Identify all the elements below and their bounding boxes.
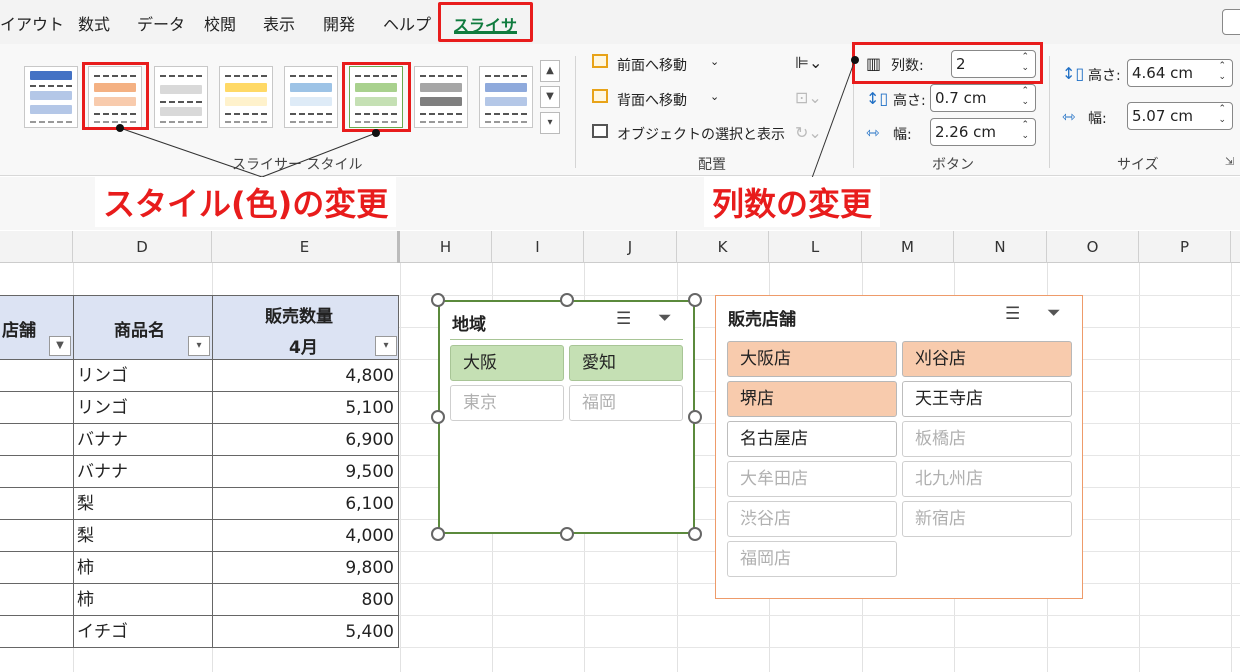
filter-dropdown-icon[interactable]: ▾ xyxy=(375,336,397,356)
slicer-store-title: 販売店舗 xyxy=(728,310,796,330)
column-header-j[interactable]: J xyxy=(584,231,677,263)
column-header-i[interactable]: I xyxy=(492,231,584,263)
table-header-product: 商品名 ▾ xyxy=(73,295,213,360)
slicer-item[interactable]: 刈谷店 xyxy=(902,341,1072,377)
column-header-m[interactable]: M xyxy=(862,231,954,263)
column-header-k[interactable]: K xyxy=(677,231,769,263)
resize-handle[interactable] xyxy=(431,527,445,541)
filter-active-icon[interactable]: ▼ xyxy=(49,336,71,356)
slicer-store[interactable]: 販売店舗 ☰ ⏷ 大阪店 刈谷店 堺店 天王寺店 名古屋店 板橋店 大牟田店 北… xyxy=(715,295,1083,599)
slicer-item[interactable]: 福岡 xyxy=(569,385,683,421)
resize-handle[interactable] xyxy=(431,410,445,424)
slicer-item[interactable]: 板橋店 xyxy=(902,421,1072,457)
slicer-item[interactable]: 天王寺店 xyxy=(902,381,1072,417)
column-header-n[interactable]: N xyxy=(954,231,1047,263)
slicer-item[interactable]: 大牟田店 xyxy=(727,461,897,497)
slicer-item[interactable]: 東京 xyxy=(450,385,564,421)
slicer-item[interactable]: 堺店 xyxy=(727,381,897,417)
slicer-item[interactable]: 大阪店 xyxy=(727,341,897,377)
slicer-item[interactable]: 大阪 xyxy=(450,345,564,381)
annotation-style-change: スタイル(色)の変更 xyxy=(95,177,397,227)
slicer-item[interactable]: 北九州店 xyxy=(902,461,1072,497)
resize-handle[interactable] xyxy=(560,293,574,307)
resize-handle[interactable] xyxy=(560,527,574,541)
resize-handle[interactable] xyxy=(688,410,702,424)
clear-filter-icon[interactable]: ⏷ xyxy=(658,308,672,328)
column-header-c[interactable] xyxy=(0,231,73,263)
slicer-region-title: 地域 xyxy=(452,315,486,335)
multi-select-icon[interactable]: ☰ xyxy=(1005,304,1020,324)
slicer-item[interactable]: 愛知 xyxy=(569,345,683,381)
column-header-e[interactable]: E xyxy=(212,231,400,263)
filter-dropdown-icon[interactable]: ▾ xyxy=(188,336,210,356)
multi-select-icon[interactable]: ☰ xyxy=(616,309,631,329)
column-header-l[interactable]: L xyxy=(769,231,862,263)
slicer-item[interactable]: 渋谷店 xyxy=(727,501,897,537)
table-header-qty: 販売数量 4月 ▾ xyxy=(212,295,399,360)
slicer-item[interactable]: 名古屋店 xyxy=(727,421,897,457)
annotation-columns-change: 列数の変更 xyxy=(704,177,881,227)
column-header-h[interactable]: H xyxy=(400,231,492,263)
resize-handle[interactable] xyxy=(688,293,702,307)
slicer-region[interactable]: 地域 ☰ ⏷ 大阪 愛知 東京 福岡 xyxy=(438,300,695,534)
resize-handle[interactable] xyxy=(431,293,445,307)
table-header-store: 店舗 ▼ xyxy=(0,295,74,360)
column-header-d[interactable]: D xyxy=(73,231,212,263)
slicer-item[interactable]: 福岡店 xyxy=(727,541,897,577)
clear-filter-icon[interactable]: ⏷ xyxy=(1047,303,1061,323)
slicer-item[interactable]: 新宿店 xyxy=(902,501,1072,537)
column-header-p[interactable]: P xyxy=(1139,231,1231,263)
column-header-o[interactable]: O xyxy=(1047,231,1139,263)
resize-handle[interactable] xyxy=(688,527,702,541)
